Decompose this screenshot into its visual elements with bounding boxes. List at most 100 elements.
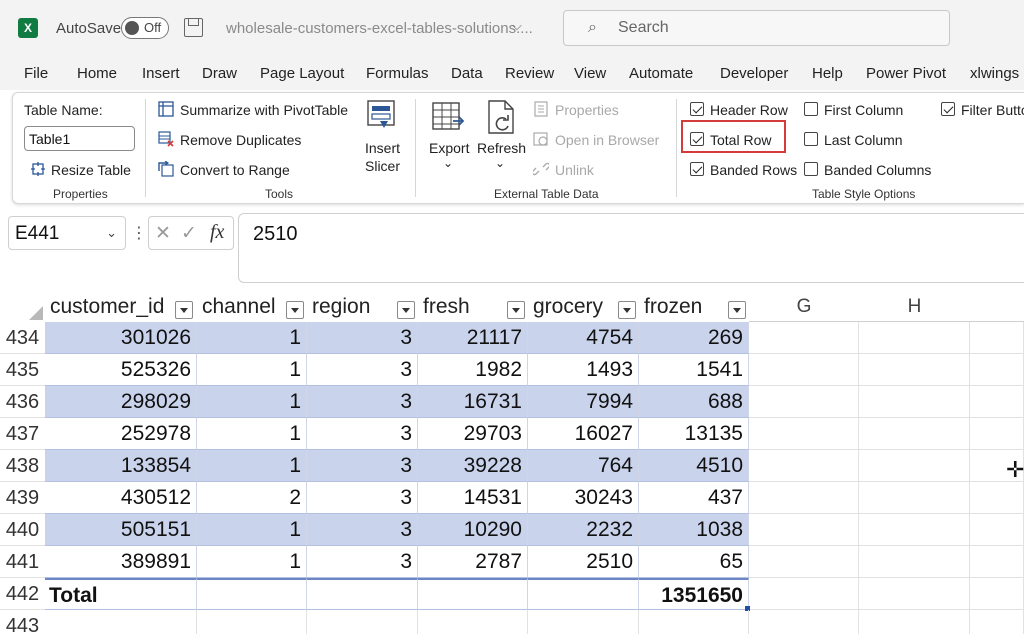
banded-columns-checkbox[interactable] (804, 162, 818, 176)
empty-cell[interactable] (859, 386, 970, 418)
empty-cell[interactable] (749, 354, 859, 386)
total-row-cell[interactable] (528, 578, 639, 610)
table-cell[interactable]: 2 (197, 482, 307, 514)
spreadsheet-grid[interactable]: customer_id channel region fresh grocery… (0, 292, 1024, 634)
header-channel[interactable]: channel (197, 292, 307, 322)
search-box[interactable]: ⌕ (563, 10, 950, 46)
empty-cell[interactable] (970, 322, 1024, 354)
table-cell[interactable]: 764 (528, 450, 639, 482)
table-cell[interactable]: 3 (307, 450, 418, 482)
empty-cell[interactable] (970, 610, 1024, 634)
table-cell[interactable]: 29703 (418, 418, 528, 450)
table-cell[interactable]: 16731 (418, 386, 528, 418)
last-column-checkbox[interactable] (804, 132, 818, 146)
filter-dropdown-icon[interactable] (618, 301, 636, 319)
table-cell[interactable]: 39228 (418, 450, 528, 482)
chevron-down-icon[interactable]: ⌵ (512, 18, 522, 34)
empty-cell[interactable] (859, 610, 970, 634)
insert-function-icon[interactable]: fx (210, 221, 224, 244)
table-cell[interactable]: 3 (307, 322, 418, 354)
table-cell[interactable]: 505151 (45, 514, 197, 546)
empty-cell[interactable] (749, 450, 859, 482)
table-cell[interactable]: 1038 (639, 514, 749, 546)
empty-cell[interactable] (970, 482, 1024, 514)
tab-draw[interactable]: Draw (202, 65, 237, 82)
table-cell[interactable]: 3 (307, 546, 418, 578)
empty-cell[interactable] (859, 322, 970, 354)
row-number[interactable]: 436 (0, 386, 45, 418)
table-cell[interactable]: 65 (639, 546, 749, 578)
table-cell[interactable]: 1 (197, 514, 307, 546)
table-cell[interactable]: 2510 (528, 546, 639, 578)
table-cell[interactable]: 14531 (418, 482, 528, 514)
empty-cell[interactable] (859, 450, 970, 482)
table-cell[interactable]: 30243 (528, 482, 639, 514)
tab-data[interactable]: Data (451, 65, 483, 82)
table-cell[interactable]: 1 (197, 354, 307, 386)
chevron-down-icon[interactable]: ⌄ (106, 225, 117, 241)
cancel-icon[interactable]: ✕ (155, 222, 171, 245)
tab-review[interactable]: Review (505, 65, 554, 82)
row-number[interactable]: 438 (0, 450, 45, 482)
table-cell[interactable]: 1 (197, 450, 307, 482)
tab-view[interactable]: View (574, 65, 606, 82)
tab-developer[interactable]: Developer (720, 65, 788, 82)
table-cell[interactable]: 3 (307, 482, 418, 514)
tab-home[interactable]: Home (77, 65, 117, 82)
empty-cell[interactable] (418, 610, 528, 634)
row-number[interactable]: 442 (0, 578, 45, 610)
filter-dropdown-icon[interactable] (397, 301, 415, 319)
row-number[interactable]: 443 (0, 610, 45, 634)
total-label-cell[interactable]: Total (45, 578, 197, 610)
empty-cell[interactable] (970, 514, 1024, 546)
name-box[interactable]: E441 ⌄ (8, 216, 126, 250)
table-cell[interactable]: 1541 (639, 354, 749, 386)
autosave-toggle[interactable]: Off (121, 17, 169, 39)
table-cell[interactable]: 301026 (45, 322, 197, 354)
search-input[interactable] (618, 16, 918, 40)
table-cell[interactable]: 430512 (45, 482, 197, 514)
tab-page-layout[interactable]: Page Layout (260, 65, 344, 82)
table-cell[interactable]: 1 (197, 418, 307, 450)
empty-cell[interactable] (528, 610, 639, 634)
empty-cell[interactable] (197, 610, 307, 634)
filter-dropdown-icon[interactable] (728, 301, 746, 319)
table-cell[interactable]: 7994 (528, 386, 639, 418)
column-header-g[interactable]: G (749, 292, 859, 322)
empty-cell[interactable] (970, 386, 1024, 418)
table-cell[interactable]: 13135 (639, 418, 749, 450)
formula-input[interactable]: 2510 (238, 213, 1024, 283)
table-cell[interactable]: 1 (197, 322, 307, 354)
empty-cell[interactable] (970, 578, 1024, 610)
table-cell[interactable]: 2787 (418, 546, 528, 578)
empty-cell[interactable] (749, 482, 859, 514)
table-cell[interactable]: 3 (307, 514, 418, 546)
header-region[interactable]: region (307, 292, 418, 322)
table-cell[interactable]: 3 (307, 354, 418, 386)
empty-cell[interactable] (307, 610, 418, 634)
table-cell[interactable]: 525326 (45, 354, 197, 386)
total-value-cell[interactable]: 1351650 (639, 578, 749, 610)
table-cell[interactable]: 389891 (45, 546, 197, 578)
filter-dropdown-icon[interactable] (175, 301, 193, 319)
table-cell[interactable]: 269 (639, 322, 749, 354)
empty-cell[interactable] (749, 546, 859, 578)
table-cell[interactable]: 1982 (418, 354, 528, 386)
column-header-i[interactable] (970, 292, 1024, 322)
row-number[interactable]: 439 (0, 482, 45, 514)
total-row-cell[interactable] (307, 578, 418, 610)
header-frozen[interactable]: frozen (639, 292, 749, 322)
table-cell[interactable]: 3 (307, 418, 418, 450)
filter-button-checkbox[interactable] (941, 102, 955, 116)
empty-cell[interactable] (859, 354, 970, 386)
table-cell[interactable]: 2232 (528, 514, 639, 546)
tab-automate[interactable]: Automate (629, 65, 693, 82)
header-row-checkbox[interactable] (690, 102, 704, 116)
row-number[interactable]: 434 (0, 322, 45, 354)
row-number[interactable]: 435 (0, 354, 45, 386)
header-fresh[interactable]: fresh (418, 292, 528, 322)
empty-cell[interactable] (749, 610, 859, 634)
table-cell[interactable]: 298029 (45, 386, 197, 418)
empty-cell[interactable] (749, 386, 859, 418)
total-row-cell[interactable] (197, 578, 307, 610)
